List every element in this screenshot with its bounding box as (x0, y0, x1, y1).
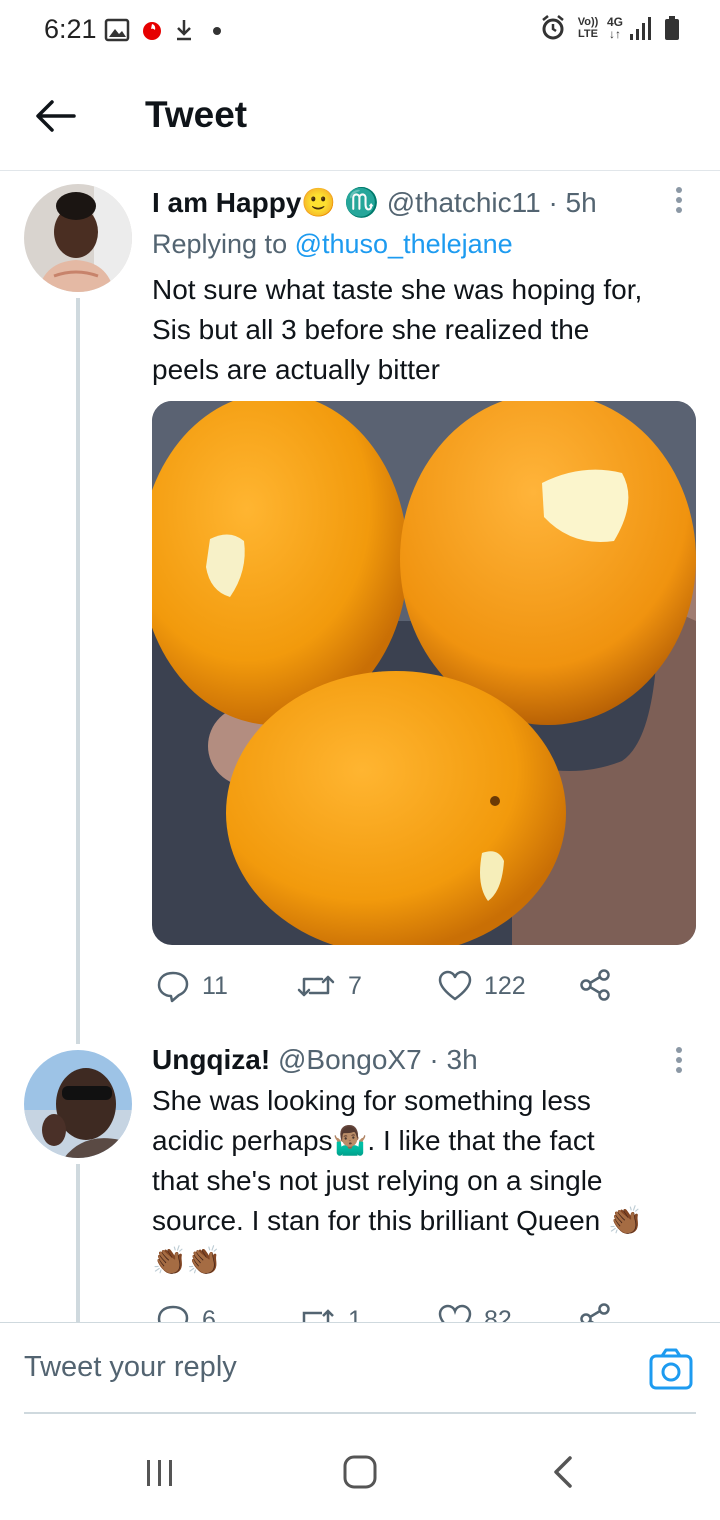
download-icon (177, 20, 191, 41)
top-app-bar: Tweet (0, 64, 720, 171)
reply-icon (157, 971, 189, 1003)
network-type-icon: 4G ↓↑ (607, 15, 624, 41)
tweet-author-row: I am Happy🙂 ♏ @thatchic11 · 5h (152, 186, 597, 219)
composer-underline (24, 1412, 696, 1414)
thread-line (76, 1164, 80, 1324)
more-options-icon[interactable] (667, 1044, 691, 1084)
tweet-text-line: Not sure what taste she was hoping for, (152, 274, 643, 305)
oranges-photo (152, 401, 696, 945)
replying-to: Replying to @thuso_thelejane (152, 229, 513, 259)
like-count: 122 (484, 971, 526, 1000)
volte-icon: Vo)) LTE (577, 16, 599, 40)
tweet-author-row: Ungqiza! @BongoX7 · 3h (152, 1044, 478, 1076)
author-name[interactable]: Ungqiza! (152, 1044, 270, 1075)
home-icon[interactable] (342, 1454, 378, 1490)
mention-link[interactable]: @thuso_thelejane (295, 229, 513, 259)
tweet-media[interactable] (152, 401, 696, 945)
avatar-photo (24, 184, 132, 292)
tweet-text-line: She was looking for something less (152, 1085, 591, 1116)
author-emojis: 🙂 ♏ (301, 187, 379, 218)
tweet-text-line: 👏🏾👏🏾 (152, 1245, 222, 1276)
avatar[interactable] (24, 184, 132, 292)
back-button[interactable] (30, 92, 82, 140)
system-nav-bar (0, 1420, 720, 1520)
author-name[interactable]: I am Happy (152, 187, 301, 218)
reply-action[interactable]: 11 (156, 966, 228, 1006)
tweet-text-line: Sis but all 3 before she realized the (152, 314, 590, 345)
like-action[interactable]: 122 (438, 966, 526, 1006)
page-title: Tweet (145, 94, 248, 135)
tweet-text-line: peels are actually bitter (152, 354, 440, 385)
tweet-text: Not sure what taste she was hoping for, … (152, 270, 697, 390)
author-handle-time[interactable]: @BongoX7 · 3h (278, 1044, 478, 1075)
tweet-text-line: that she's not just relying on a single (152, 1165, 603, 1196)
retweet-action[interactable]: 7 (296, 966, 362, 1006)
recent-apps-icon[interactable] (143, 1456, 177, 1490)
camera-icon[interactable] (648, 1347, 694, 1393)
tweet-text-line: acidic perhaps🤷🏽‍♂️. I like that the fac… (152, 1125, 595, 1156)
dot-icon (213, 27, 221, 35)
back-icon[interactable] (548, 1454, 576, 1490)
status-time: 6:21 (44, 14, 97, 44)
reply-count: 11 (202, 971, 228, 1000)
alarm-icon (542, 15, 564, 40)
avatar-photo (24, 1050, 132, 1158)
status-bar: 6:21 Vo)) LTE 4G ↓↑ (0, 0, 720, 64)
more-options-icon[interactable] (667, 184, 691, 224)
heart-icon (438, 970, 472, 1001)
retweet-count: 7 (348, 971, 362, 1000)
reply-input[interactable]: Tweet your reply (24, 1351, 237, 1384)
vodafone-icon (143, 22, 161, 40)
battery-icon (665, 16, 679, 40)
gallery-icon (104, 18, 130, 42)
retweet-icon (297, 975, 335, 997)
share-icon[interactable] (578, 968, 612, 1002)
tweet-text: She was looking for something less acidi… (152, 1081, 697, 1281)
tweet-text-line: source. I stan for this brilliant Queen … (152, 1205, 643, 1236)
author-handle-time[interactable]: @thatchic11 · 5h (387, 187, 597, 218)
thread-line (76, 298, 80, 1044)
arrow-left-icon (36, 100, 76, 132)
signal-icon (630, 17, 651, 40)
avatar[interactable] (24, 1050, 132, 1158)
reply-composer: Tweet your reply (0, 1322, 720, 1415)
